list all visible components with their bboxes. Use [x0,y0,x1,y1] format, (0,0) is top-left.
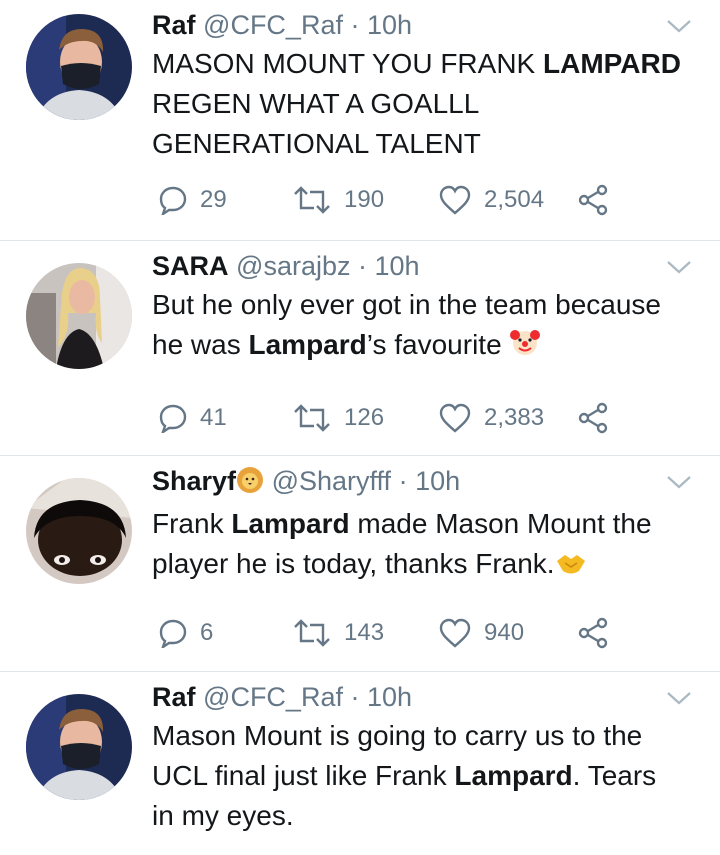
user-handle[interactable]: @CFC_Raf [203,10,343,40]
tweet-header: Raf @CFC_Raf · 10h [152,6,690,44]
avatar-image [26,14,132,120]
separator-dot: · [358,251,367,281]
avatar[interactable] [26,14,132,120]
clown-face-emoji [509,326,541,369]
reply-count: 6 [200,619,214,646]
tweet[interactable]: SARA @sarajbz · 10h But he only ever got… [0,241,720,456]
separator-dot: · [350,10,360,40]
like-button[interactable]: 2,383 [438,403,544,433]
timestamp[interactable]: 10h [375,251,420,281]
avatar-image [26,263,132,369]
tweet-header: SARA @sarajbz · 10h [152,247,690,285]
retweet-icon [294,186,330,214]
reply-icon [159,186,187,215]
tweet-text: But he only ever got in the team because… [152,285,690,369]
like-count: 2,504 [484,186,545,213]
tweet-header: Raf @CFC_Raf · 10h [152,678,690,716]
user-handle[interactable]: @sarajbz [236,251,350,281]
reply-button[interactable]: 41 [158,403,227,433]
share-button[interactable] [576,617,610,649]
heart-icon [439,185,471,215]
timestamp[interactable]: 10h [415,466,460,496]
avatar[interactable] [26,478,132,584]
chevron-down-icon[interactable] [666,18,692,34]
retweet-icon [294,619,330,647]
user-handle[interactable]: @CFC_Raf [203,682,343,712]
share-icon [578,184,608,216]
share-button[interactable] [576,402,610,434]
separator-dot: · [398,466,408,496]
share-button[interactable] [576,184,610,216]
retweet-count: 126 [344,404,385,431]
avatar[interactable] [26,694,132,800]
tweet[interactable]: Raf @CFC_Raf · 10h MASON MOUNT YOU FRANK… [0,0,720,241]
tweet-text: MASON MOUNT YOU FRANK LAMPARD REGEN WHAT… [152,48,681,159]
reply-count: 41 [200,404,227,431]
avatar-image [26,694,132,800]
share-icon [578,402,608,434]
retweet-button[interactable]: 126 [292,403,384,433]
tweet-header: Sharyf @Sharyfff · 10h [152,462,690,504]
reply-icon [159,404,187,433]
tweet[interactable]: Sharyf @Sharyfff · 10h Frank Lampard mad… [0,456,720,672]
like-count: 2,383 [484,404,545,431]
reply-button[interactable]: 29 [158,185,227,215]
reply-button[interactable]: 6 [158,618,213,648]
like-button[interactable]: 940 [438,618,524,648]
like-count: 940 [484,619,525,646]
display-name[interactable]: Sharyf [152,466,236,496]
display-name[interactable]: Raf [152,682,196,712]
timestamp[interactable]: 10h [367,10,412,40]
retweet-button[interactable]: 190 [292,185,384,215]
reply-icon [159,619,187,648]
retweet-count: 143 [344,619,385,646]
tweet[interactable]: Raf @CFC_Raf · 10h Mason Mount is going … [0,672,720,855]
retweet-button[interactable]: 143 [292,618,384,648]
share-icon [578,617,608,649]
reply-count: 29 [200,186,227,213]
chevron-down-icon[interactable] [666,474,692,490]
heart-icon [439,618,471,648]
lion-face-emoji [236,466,264,504]
avatar[interactable] [26,263,132,369]
display-name[interactable]: SARA [152,251,229,281]
chevron-down-icon[interactable] [666,690,692,706]
handshake-emoji [555,548,587,588]
tweet-text: Frank Lampard made Mason Mount the playe… [152,504,690,588]
tweet-text: Mason Mount is going to carry us to the … [152,720,657,831]
avatar-image [26,478,132,584]
retweet-count: 190 [344,186,385,213]
timestamp[interactable]: 10h [367,682,412,712]
display-name[interactable]: Raf [152,10,196,40]
retweet-icon [294,404,330,432]
separator-dot: · [350,682,360,712]
chevron-down-icon[interactable] [666,259,692,275]
user-handle[interactable]: @Sharyfff [272,466,391,496]
like-button[interactable]: 2,504 [438,185,544,215]
heart-icon [439,403,471,433]
